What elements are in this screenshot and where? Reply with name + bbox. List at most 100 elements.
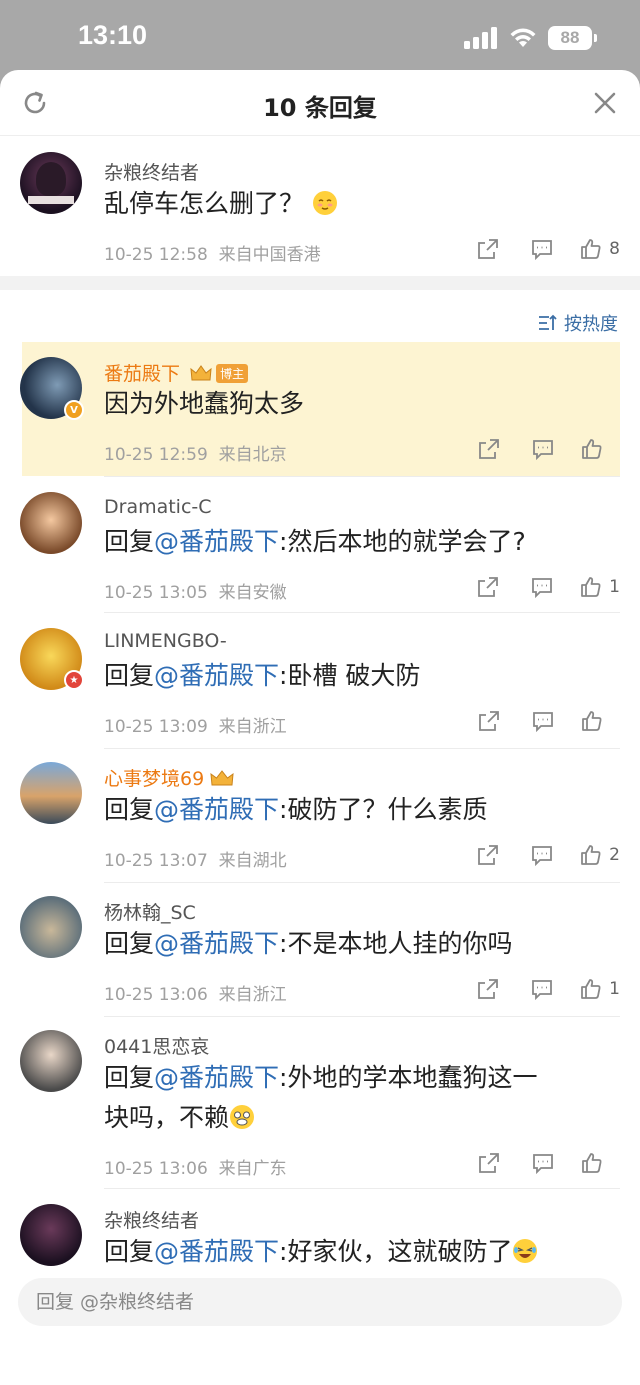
comment-time: 10-25 12:59 <box>104 445 208 465</box>
username[interactable]: 杨林翰_SC <box>104 898 196 925</box>
mention-link[interactable]: @番茄殿下 <box>154 795 279 824</box>
comment-actions: 8 <box>449 234 620 264</box>
comment-text-body: :不是本地人挂的你吗 <box>279 929 513 958</box>
comment-location: 来自安徽 <box>218 583 287 603</box>
like-button[interactable] <box>580 709 620 733</box>
comment-text-body: 乱停车怎么删了？ <box>104 189 305 218</box>
mention-link[interactable]: @番茄殿下 <box>154 527 279 556</box>
comment-location: 来自广东 <box>218 1159 287 1179</box>
comment-meta: 10-25 13:05 来自安徽 <box>104 578 287 603</box>
reply-prefix: 回复 <box>104 929 155 958</box>
thumbs-up-icon <box>582 1153 602 1173</box>
comment-button[interactable] <box>527 234 557 264</box>
share-icon <box>479 711 499 731</box>
comment-text: 回复@番茄殿下:不是本地人挂的你吗 <box>104 924 512 964</box>
comment-icon <box>533 712 553 733</box>
share-icon <box>478 577 499 597</box>
comment-time: 10-25 13:09 <box>104 717 208 737</box>
reply-item: 杂粮终结者 回复@番茄殿下:好家伙，这就破防了 <box>0 1190 640 1266</box>
author-badge: 博主 <box>216 364 249 383</box>
username[interactable]: Dramatic-C <box>104 496 212 518</box>
reply-input[interactable] <box>18 1278 622 1326</box>
avatar[interactable] <box>20 896 82 958</box>
divider <box>104 748 620 749</box>
avatar[interactable] <box>20 492 82 554</box>
comment-location: 来自浙江 <box>218 985 287 1005</box>
share-button[interactable] <box>473 234 503 264</box>
comment-button[interactable] <box>527 840 557 870</box>
like-button[interactable] <box>580 437 620 461</box>
status-bar: 13:10 88 <box>0 0 640 72</box>
share-icon <box>478 845 499 865</box>
comment-icon <box>532 578 553 599</box>
like-button[interactable] <box>580 1151 620 1175</box>
avatar[interactable] <box>20 1030 82 1092</box>
comment-actions: 1 <box>449 974 620 1004</box>
original-comment: 杂粮终结者 乱停车怎么删了？ 10-25 12:58 来自中国香港 8 <box>0 136 640 276</box>
home-indicator-area <box>0 1336 640 1385</box>
comment-text-body: :好家伙，这就破防了 <box>279 1237 513 1266</box>
mention-link[interactable]: @番茄殿下 <box>154 1063 279 1092</box>
share-icon <box>478 979 499 999</box>
like-button[interactable]: 1 <box>579 977 620 1001</box>
comment-button[interactable] <box>528 1148 558 1178</box>
comment-meta: 10-25 12:58 来自中国香港 <box>104 240 321 265</box>
comment-time: 10-25 13:06 <box>104 1159 208 1179</box>
share-button[interactable] <box>474 434 504 464</box>
comment-time: 10-25 13:06 <box>104 985 208 1005</box>
comment-text-body: :然后本地的就学会了? <box>279 527 526 556</box>
comment-button[interactable] <box>528 434 558 464</box>
username[interactable]: 杂粮终结者 <box>104 158 199 185</box>
comment-icon <box>532 240 553 261</box>
divider <box>104 882 620 883</box>
comment-meta: 10-25 13:06 来自浙江 <box>104 980 287 1005</box>
divider <box>104 1016 620 1017</box>
reply-prefix: 回复 <box>104 661 155 690</box>
thumbs-up-icon <box>581 577 601 597</box>
comment-text: 因为外地蠢狗太多 <box>104 389 305 418</box>
mention-link[interactable]: @番茄殿下 <box>154 1237 279 1266</box>
share-button[interactable] <box>473 840 503 870</box>
like-count: 1 <box>609 577 620 597</box>
username[interactable]: 番茄殿下 博主 <box>104 359 249 386</box>
share-button[interactable] <box>473 572 503 602</box>
avatar[interactable] <box>20 1204 82 1266</box>
crown-icon <box>210 770 234 786</box>
like-button[interactable]: 8 <box>579 237 620 261</box>
comment-text-body: :外地的学本地蠢狗这一 <box>279 1063 538 1092</box>
comment-location: 来自中国香港 <box>218 245 321 265</box>
mention-link[interactable]: @番茄殿下 <box>154 661 279 690</box>
reply-item: 杨林翰_SC 回复@番茄殿下:不是本地人挂的你吗 10-25 13:06 来自浙… <box>0 884 640 1016</box>
share-button[interactable] <box>474 706 504 736</box>
comment-location: 来自北京 <box>218 445 287 465</box>
sort-label: 按热度 <box>564 314 618 335</box>
mention-link[interactable]: @番茄殿下 <box>154 929 279 958</box>
comment-button[interactable] <box>527 572 557 602</box>
comment-text: 回复@番茄殿下:外地的学本地蠢狗这一 块吗，不赖 <box>104 1058 537 1138</box>
divider <box>104 1188 620 1189</box>
close-button[interactable] <box>590 88 620 118</box>
comment-actions <box>450 706 620 736</box>
share-button[interactable] <box>473 974 503 1004</box>
username[interactable]: 杂粮终结者 <box>104 1206 199 1233</box>
username[interactable]: 心事梦境69 <box>104 764 234 791</box>
comment-button[interactable] <box>527 974 557 1004</box>
reply-prefix: 回复 <box>104 527 155 556</box>
like-button[interactable]: 2 <box>579 843 620 867</box>
share-button[interactable] <box>474 1148 504 1178</box>
comment-button[interactable] <box>528 706 558 736</box>
comment-text-body: :破防了？什么素质 <box>279 795 488 824</box>
avatar[interactable] <box>20 762 82 824</box>
crown-icon <box>190 365 212 381</box>
blush-emoji-icon <box>312 191 337 215</box>
dizzy-emoji-icon <box>230 1105 255 1129</box>
like-button[interactable]: 1 <box>579 575 620 599</box>
sheet-header: 10 条回复 <box>0 70 640 136</box>
username[interactable]: 0441思恋哀 <box>104 1032 209 1059</box>
comment-actions <box>450 434 620 464</box>
comment-text: 回复@番茄殿下:然后本地的就学会了? <box>104 522 526 562</box>
username[interactable]: LINMENGBO- <box>104 630 227 652</box>
share-icon <box>478 239 499 259</box>
sort-button[interactable]: 按热度 <box>538 310 618 336</box>
avatar[interactable] <box>20 152 82 214</box>
